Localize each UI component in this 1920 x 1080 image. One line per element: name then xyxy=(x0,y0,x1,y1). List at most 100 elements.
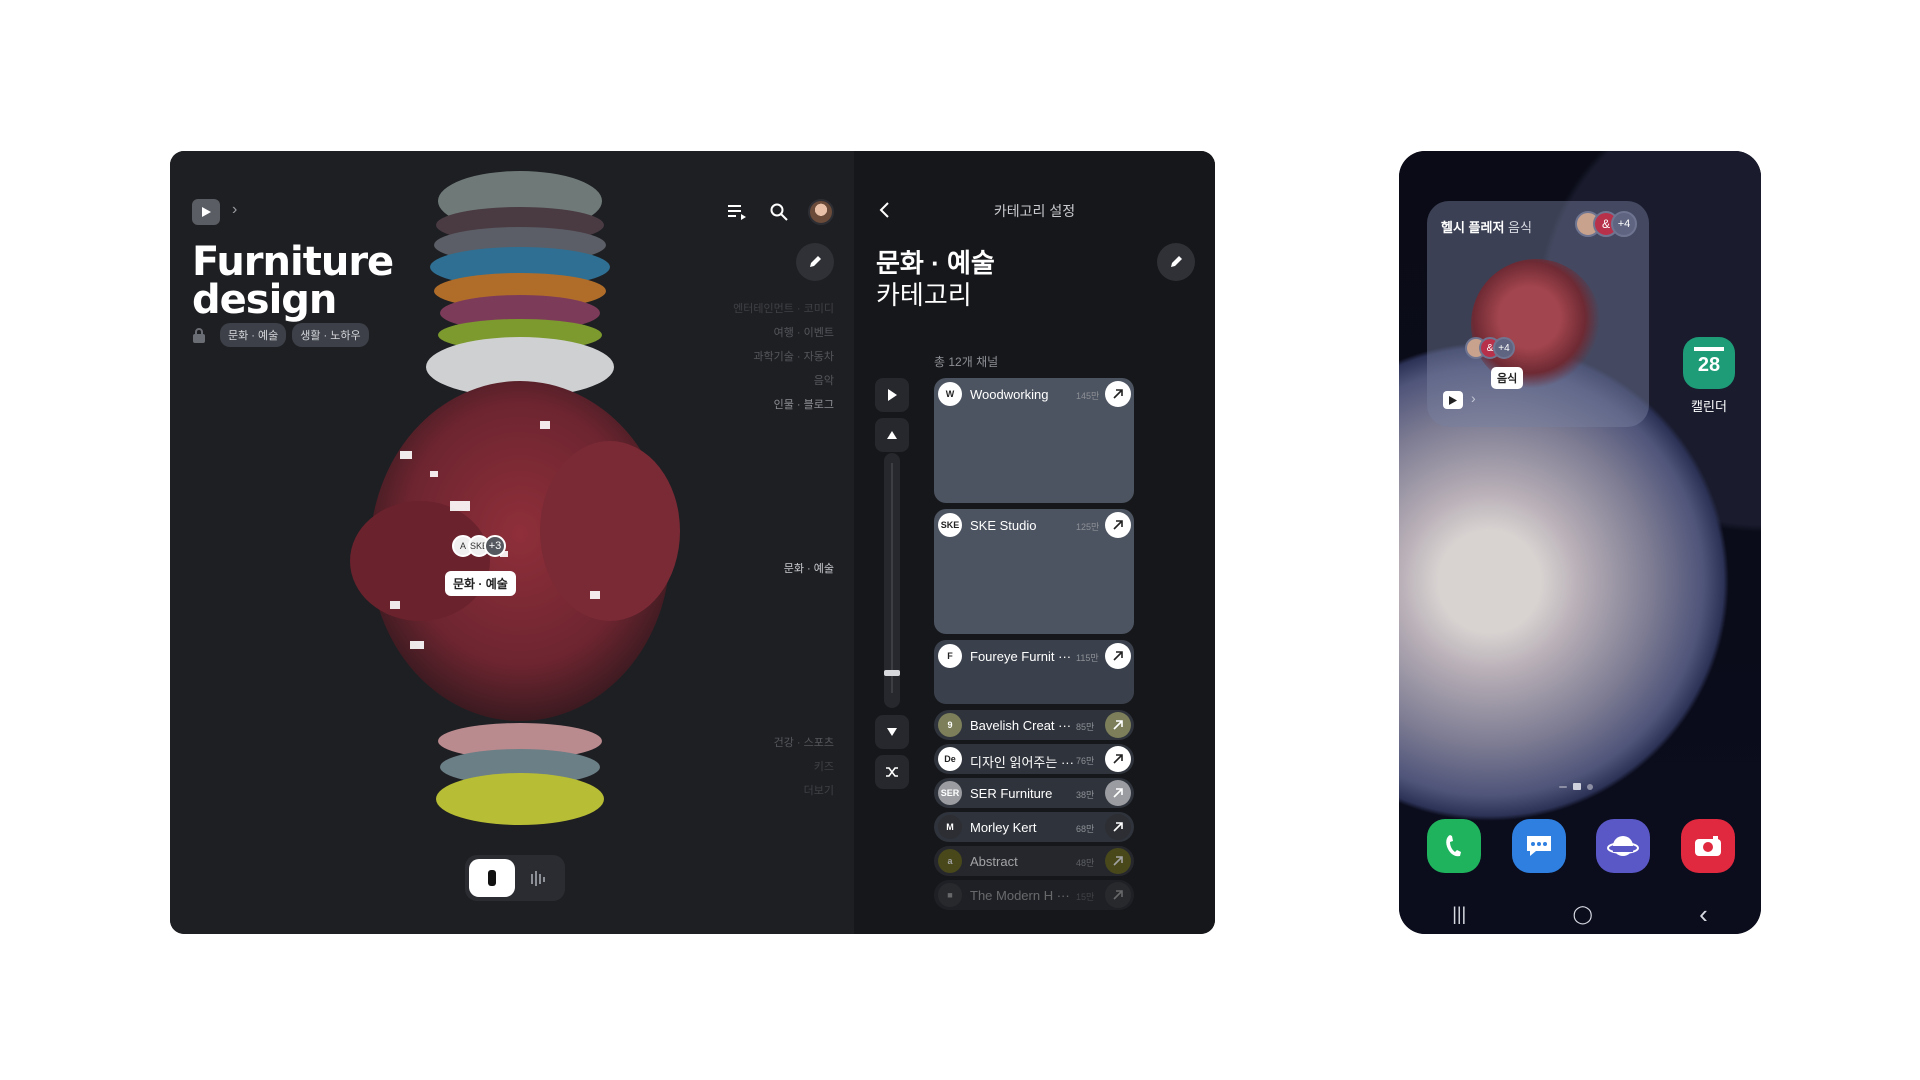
category-labels: 엔터테인먼트 · 코미디 여행 · 이벤트 과학기술 · 자동차 음악 인물 ·… xyxy=(733,297,834,803)
phone-app[interactable] xyxy=(1427,819,1481,873)
channel-subscribers: 85만 xyxy=(1076,722,1095,732)
channel-logo: F xyxy=(938,644,962,668)
category-label[interactable]: 건강 · 스포츠 xyxy=(733,731,834,755)
tag-life-knowhow[interactable]: 생활 · 노하우 xyxy=(292,323,369,347)
edit-button[interactable] xyxy=(796,243,834,281)
channel-name: SKE Studio xyxy=(970,518,1037,533)
cylinder-icon xyxy=(488,870,496,886)
edit-category-button[interactable] xyxy=(1157,243,1195,281)
open-channel-button[interactable] xyxy=(1105,381,1131,407)
view-mode-object[interactable] xyxy=(469,859,515,897)
channel-name: SER Furniture xyxy=(970,786,1053,801)
calendar-app[interactable]: 28 xyxy=(1683,337,1735,389)
channel-logo: W xyxy=(938,382,962,406)
channel-name: The Modern H ··· xyxy=(970,888,1070,903)
channel-logo: a xyxy=(938,849,962,873)
channel-item[interactable]: SKE SKE Studio 125만 xyxy=(934,509,1134,634)
play-icon xyxy=(888,389,897,401)
view-mode-toggle xyxy=(465,855,565,901)
arrow-up-right-icon xyxy=(1113,822,1123,832)
internet-app[interactable] xyxy=(1596,819,1651,873)
phone-screen: 헬시 플레저 음식 & +4 & +4 음식 › 28 캘린더 ||| ◯ ‹ xyxy=(1399,151,1761,934)
category-label[interactable]: 음악 xyxy=(733,369,834,393)
home-button[interactable]: ◯ xyxy=(1573,904,1593,925)
channel-subscribers: 48만 xyxy=(1076,858,1095,868)
widget-avatar-count: +4 xyxy=(1611,211,1637,237)
scrollbar-thumb[interactable] xyxy=(884,670,900,676)
category-label[interactable]: 여행 · 이벤트 xyxy=(733,321,834,345)
user-avatar[interactable] xyxy=(808,199,834,225)
category-widget[interactable]: 헬시 플레저 음식 & +4 & +4 음식 › xyxy=(1427,201,1649,427)
channel-name: 디자인 읽어주는 ··· xyxy=(970,755,1074,770)
open-channel-button[interactable] xyxy=(1105,643,1131,669)
channel-item[interactable]: a Abstract 48만 xyxy=(934,846,1134,876)
chevron-right-icon[interactable]: › xyxy=(1471,390,1476,406)
list-scrollbar[interactable] xyxy=(884,453,900,708)
open-channel-button[interactable] xyxy=(1105,814,1131,840)
channel-subscribers: 38만 xyxy=(1076,790,1095,800)
channel-item[interactable]: W Woodworking 145만 xyxy=(934,378,1134,503)
scrollbar-rail xyxy=(891,463,893,693)
channel-name: Abstract xyxy=(970,854,1018,869)
channel-item[interactable]: SER SER Furniture 38만 xyxy=(934,778,1134,808)
stage: › Furniture design 문화 · 예술 생활 · 노하우 엔터테인… xyxy=(0,0,1920,1080)
category-label[interactable]: 과학기술 · 자동차 xyxy=(733,345,834,369)
triangle-down-icon xyxy=(887,728,897,736)
chevron-right-icon[interactable]: › xyxy=(232,201,237,219)
category-label[interactable]: 인물 · 블로그 xyxy=(733,393,834,417)
camera-app[interactable] xyxy=(1680,819,1735,873)
cluster-label[interactable]: 문화 · 예술 xyxy=(445,571,516,596)
open-channel-button[interactable] xyxy=(1105,848,1131,874)
shuffle-button[interactable] xyxy=(875,755,909,789)
channel-name: Morley Kert xyxy=(970,820,1037,835)
channel-logo: M xyxy=(938,815,962,839)
search-icon[interactable] xyxy=(766,199,792,225)
category-title: 문화 · 예술 카테고리 xyxy=(876,247,995,311)
channel-logo: ■ xyxy=(938,883,962,907)
channel-list: W Woodworking 145만 SKE SKE Studio 125만 F Fourey… xyxy=(934,378,1134,914)
open-channel-button[interactable] xyxy=(1105,712,1131,738)
youtube-app-badge[interactable] xyxy=(192,199,220,225)
category-label[interactable]: 엔터테인먼트 · 코미디 xyxy=(733,297,834,321)
channel-name: Bavelish Creat ··· xyxy=(970,718,1072,733)
channel-subscribers: 68만 xyxy=(1076,824,1095,834)
view-mode-bars[interactable] xyxy=(515,859,561,897)
widget-mini-avatars: & +4 xyxy=(1465,337,1515,359)
messages-app[interactable] xyxy=(1511,819,1566,873)
pencil-icon xyxy=(810,256,821,267)
tag-culture-art[interactable]: 문화 · 예술 xyxy=(220,323,287,347)
pencil-icon xyxy=(1171,256,1182,267)
back-button[interactable]: ‹ xyxy=(1699,899,1708,930)
channel-item[interactable]: 9 Bavelish Creat ··· 85만 xyxy=(934,710,1134,740)
play-icon xyxy=(1449,395,1457,405)
play-all-button[interactable] xyxy=(875,378,909,412)
channel-logo: SKE xyxy=(938,513,962,537)
open-channel-button[interactable] xyxy=(1105,882,1131,908)
category-settings-pane: 카테고리 설정 문화 · 예술 카테고리 총 12개 채널 W Woodwork… xyxy=(854,151,1215,934)
widget-title: 헬시 플레저 음식 xyxy=(1441,217,1532,236)
channel-item[interactable]: M Morley Kert 68만 xyxy=(934,812,1134,842)
playlist-icon[interactable] xyxy=(724,199,750,225)
pane-header: 카테고리 설정 xyxy=(993,203,1076,219)
scroll-up-button[interactable] xyxy=(875,418,909,452)
arrow-up-right-icon xyxy=(1113,651,1123,661)
category-label[interactable]: 더보기 xyxy=(733,779,834,803)
top-toolbar xyxy=(724,199,834,225)
channel-item[interactable]: ■ The Modern H ··· 15만 xyxy=(934,880,1134,910)
channel-item[interactable]: F Foureye Furnit ··· 115만 xyxy=(934,640,1134,704)
youtube-app-badge[interactable] xyxy=(1443,391,1463,409)
category-label[interactable]: 키즈 xyxy=(733,755,834,779)
channel-subscribers: 115만 xyxy=(1076,653,1099,663)
open-channel-button[interactable] xyxy=(1105,512,1131,538)
open-channel-button[interactable] xyxy=(1105,746,1131,772)
home-page-icon xyxy=(1573,783,1581,790)
scroll-down-button[interactable] xyxy=(875,715,909,749)
arrow-up-right-icon xyxy=(1113,788,1123,798)
navigation-bar: ||| ◯ ‹ xyxy=(1399,899,1761,930)
cluster-avatars[interactable]: A SKE +3 xyxy=(452,535,506,557)
channel-item[interactable]: De 디자인 읽어주는 ··· 76만 xyxy=(934,744,1134,774)
open-channel-button[interactable] xyxy=(1105,780,1131,806)
recent-apps-button[interactable]: ||| xyxy=(1452,904,1466,925)
camera-icon xyxy=(1694,836,1721,856)
category-label-current[interactable]: 문화 · 예술 xyxy=(733,557,834,581)
